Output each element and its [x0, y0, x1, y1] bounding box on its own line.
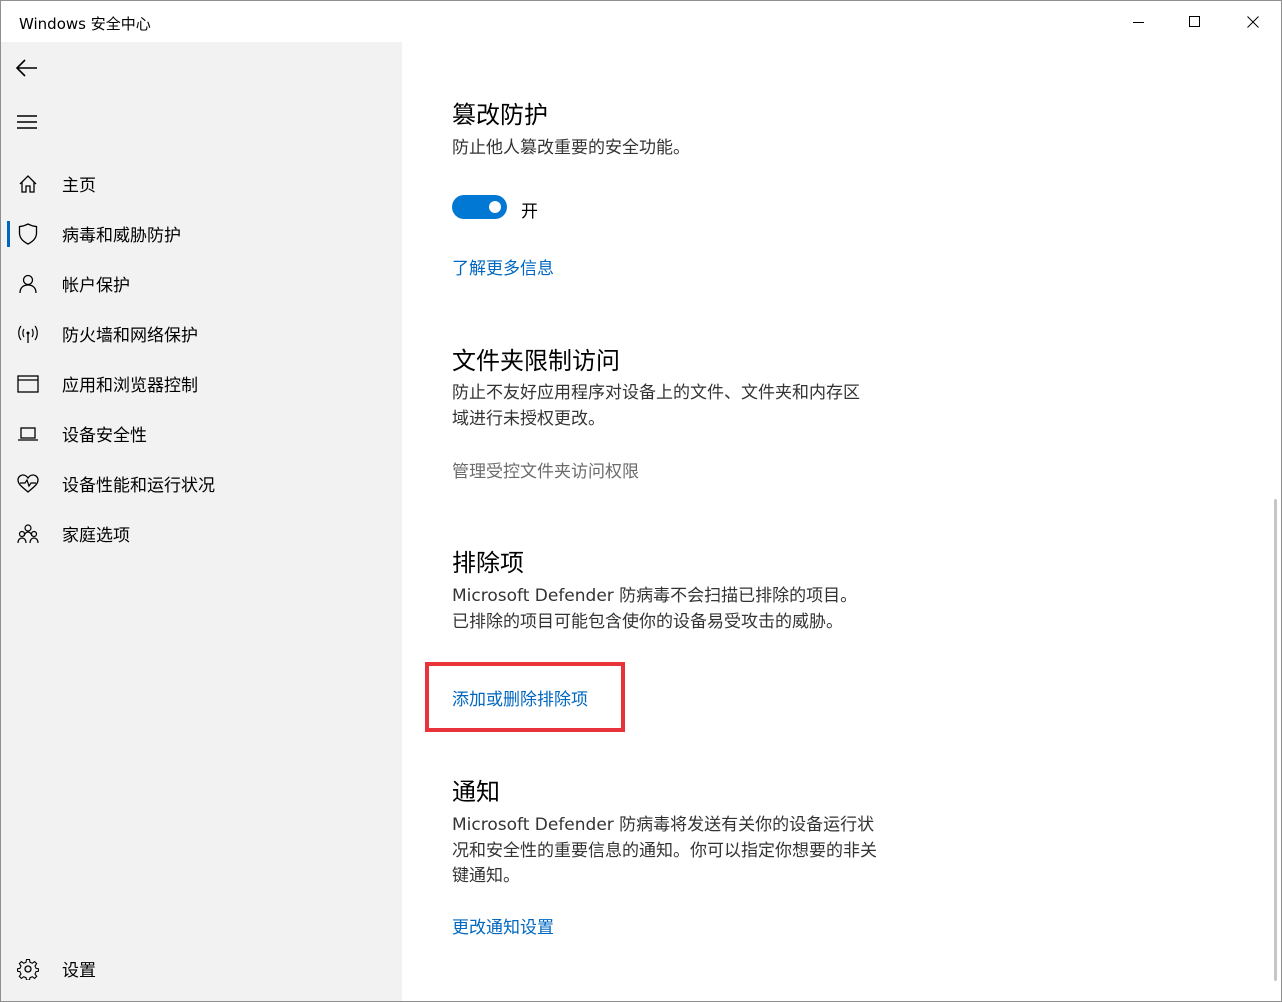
- minimize-button[interactable]: [1111, 1, 1167, 42]
- laptop-icon: [17, 423, 39, 445]
- sidebar-item-label: 主页: [62, 176, 96, 196]
- window-title: Windows 安全中心: [19, 15, 151, 33]
- learn-more-link[interactable]: 了解更多信息: [452, 254, 554, 279]
- sidebar-item-label: 设备安全性: [62, 426, 147, 446]
- back-button[interactable]: [7, 48, 47, 88]
- sidebar-item-firewall[interactable]: 防火墙和网络保护: [1, 308, 402, 358]
- manage-folder-access-link[interactable]: 管理受控文件夹访问权限: [452, 457, 639, 482]
- gear-icon: [17, 958, 39, 980]
- sidebar-item-family-options[interactable]: 家庭选项: [1, 508, 402, 558]
- folder-access-title: 文件夹限制访问: [452, 347, 620, 375]
- sidebar-item-app-browser-control[interactable]: 应用和浏览器控制: [1, 358, 402, 408]
- heart-pulse-icon: [17, 473, 39, 495]
- folder-access-desc: 防止不友好应用程序对设备上的文件、文件夹和内存区域进行未授权更改。: [452, 383, 860, 429]
- minimize-icon: [1133, 21, 1144, 23]
- change-notification-settings-link[interactable]: 更改通知设置: [452, 913, 554, 938]
- tamper-protection-title: 篡改防护: [452, 101, 548, 129]
- exclusions-desc: Microsoft Defender 防病毒不会扫描已排除的项目。已排除的项目可…: [452, 586, 858, 632]
- toggle-knob: [489, 201, 501, 213]
- notifications-title: 通知: [452, 778, 500, 806]
- add-remove-exclusions-link[interactable]: 添加或删除排除项: [452, 685, 588, 710]
- sidebar-item-label: 防火墙和网络保护: [62, 326, 198, 346]
- sidebar-item-label: 设置: [62, 961, 96, 981]
- sidebar-item-label: 病毒和威胁防护: [62, 226, 181, 246]
- person-icon: [17, 273, 39, 295]
- sidebar-item-home[interactable]: 主页: [1, 158, 402, 208]
- sidebar-item-device-performance[interactable]: 设备性能和运行状况: [1, 458, 402, 508]
- notifications-desc: Microsoft Defender 防病毒将发送有关你的设备运行状况和安全性的…: [452, 815, 877, 886]
- security-center-window: Windows 安全中心 主页 病毒和威胁防护 帐户保护 防火墙和网络保护 应用…: [0, 0, 1282, 1002]
- navigation-sidebar: 主页 病毒和威胁防护 帐户保护 防火墙和网络保护 应用和浏览器控制 设备安全性 …: [1, 42, 402, 1001]
- main-content: 篡改防护 防止他人篡改重要的安全功能。 开 了解更多信息 文件夹限制访问 防止不…: [402, 42, 1281, 1001]
- tamper-protection-desc: 防止他人篡改重要的安全功能。: [452, 138, 690, 158]
- hamburger-menu-icon: [17, 115, 37, 129]
- title-bar: Windows 安全中心: [1, 1, 1281, 42]
- vertical-scrollbar[interactable]: [1274, 499, 1277, 981]
- sidebar-item-label: 应用和浏览器控制: [62, 376, 198, 396]
- sidebar-item-settings[interactable]: 设置: [1, 943, 402, 993]
- maximize-button[interactable]: [1167, 1, 1223, 42]
- hamburger-menu-button[interactable]: [7, 102, 47, 142]
- home-icon: [17, 173, 39, 195]
- maximize-icon: [1189, 15, 1200, 27]
- sidebar-item-label: 设备性能和运行状况: [62, 476, 215, 496]
- wifi-antenna-icon: [17, 323, 39, 345]
- close-icon: [1247, 15, 1259, 28]
- sidebar-item-device-security[interactable]: 设备安全性: [1, 408, 402, 458]
- tamper-protection-toggle[interactable]: [452, 195, 507, 219]
- sidebar-item-account-protection[interactable]: 帐户保护: [1, 258, 402, 308]
- back-arrow-icon: [16, 59, 37, 77]
- sidebar-item-label: 帐户保护: [62, 276, 130, 296]
- close-button[interactable]: [1225, 1, 1281, 42]
- shield-icon: [17, 223, 39, 245]
- tamper-protection-toggle-label: 开: [521, 202, 538, 222]
- browser-window-icon: [17, 373, 39, 395]
- sidebar-item-virus-protection[interactable]: 病毒和威胁防护: [1, 208, 402, 258]
- sidebar-item-label: 家庭选项: [62, 526, 130, 546]
- exclusions-title: 排除项: [452, 549, 524, 577]
- family-icon: [17, 523, 39, 545]
